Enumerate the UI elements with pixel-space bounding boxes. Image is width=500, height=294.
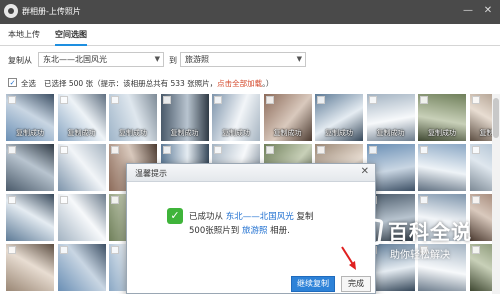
dialog-close-button[interactable]: ✕ xyxy=(361,166,369,177)
photo-thumbnail[interactable] xyxy=(57,144,106,191)
photo-select-checkbox[interactable] xyxy=(111,96,119,104)
copy-success-label: 复制成功 xyxy=(16,129,44,137)
watermark-title: 百科全说 xyxy=(388,220,472,244)
photo-thumbnail[interactable]: 复制成功 xyxy=(212,94,260,141)
photo-select-checkbox[interactable] xyxy=(265,146,274,154)
pointer-arrow-icon xyxy=(341,246,356,270)
window-title: 群相册-上传照片 xyxy=(22,7,81,16)
target-album-name: 旅游照 xyxy=(241,226,268,236)
source-album-value: 东北——北国风光 xyxy=(43,55,107,64)
photo-select-checkbox[interactable] xyxy=(59,196,68,204)
continue-copy-button[interactable]: 继续复制 xyxy=(291,276,335,292)
photo-select-checkbox[interactable] xyxy=(420,96,428,104)
photo-thumbnail[interactable] xyxy=(6,244,54,291)
photo-select-checkbox[interactable] xyxy=(265,96,274,104)
photo-select-checkbox[interactable] xyxy=(111,196,119,204)
copy-success-label: 复制成功 xyxy=(170,129,199,137)
photo-select-checkbox[interactable] xyxy=(8,196,16,204)
selection-status-end: 。） xyxy=(262,79,274,88)
copy-success-label: 复制成功 xyxy=(119,129,147,137)
photo-select-checkbox[interactable] xyxy=(8,96,16,104)
copy-success-label: 复制成功 xyxy=(325,129,353,137)
photo-thumbnail[interactable] xyxy=(57,194,106,241)
success-dialog: 温馨提示 ✕ ✓ 已成功从 东北——北国风光 复制 500张照片到 旅游照 相册… xyxy=(126,163,376,294)
message-middle: 复制 xyxy=(296,212,314,222)
photo-select-checkbox[interactable] xyxy=(214,96,222,104)
photo-select-checkbox[interactable] xyxy=(162,96,171,104)
photo-select-checkbox[interactable] xyxy=(420,196,428,204)
copy-success-label: 复制成功 xyxy=(376,129,405,137)
copy-success-label: 复制成功 xyxy=(428,129,456,137)
upload-tabs: 本地上传 空间选图 xyxy=(0,24,500,46)
minimize-button[interactable]: — xyxy=(460,3,476,19)
photo-thumbnail[interactable]: 复制成功 xyxy=(315,94,363,141)
photo-select-checkbox[interactable] xyxy=(111,146,119,154)
dialog-message: 已成功从 东北——北国风光 复制 500张照片到 旅游照 相册. xyxy=(189,210,313,238)
photo-select-checkbox[interactable] xyxy=(368,146,377,154)
photo-select-checkbox[interactable] xyxy=(471,196,480,204)
photo-select-checkbox[interactable] xyxy=(162,146,171,154)
tab-local-upload[interactable]: 本地上传 xyxy=(8,24,40,46)
copy-success-label: 复制成功 xyxy=(222,129,250,137)
success-check-icon: ✓ xyxy=(167,208,183,224)
photo-thumbnail[interactable] xyxy=(418,144,466,191)
photo-select-checkbox[interactable] xyxy=(8,146,16,154)
scrollbar-thumb[interactable] xyxy=(493,98,499,138)
copy-success-label: 复制成功 xyxy=(273,129,302,137)
photo-select-checkbox[interactable] xyxy=(420,146,428,154)
photo-thumbnail[interactable] xyxy=(57,244,106,291)
target-album-value: 旅游照 xyxy=(185,55,209,64)
copy-options-row: 复制从 东北——北国风光 ▼ 到 旅游照 ▼ xyxy=(0,50,500,70)
photo-select-checkbox[interactable] xyxy=(317,96,325,104)
message-line2-prefix: 500张照片到 xyxy=(189,226,240,236)
chevron-down-icon: ▼ xyxy=(296,55,302,63)
source-album-select[interactable]: 东北——北国风光 ▼ xyxy=(38,52,164,67)
watermark: 百科全说 助你轻松解决 xyxy=(356,216,488,270)
selection-status-row: ✓ 全选 已选择 500 张（提示：该相册总共有 533 张照片，点击全部加载。… xyxy=(0,75,500,91)
copy-success-label: 复制成功 xyxy=(67,129,96,137)
photo-select-checkbox[interactable] xyxy=(8,246,16,254)
photo-select-checkbox[interactable] xyxy=(471,96,480,104)
photo-select-checkbox[interactable] xyxy=(111,246,119,254)
copy-to-label: 到 xyxy=(169,56,177,65)
photo-select-checkbox[interactable] xyxy=(317,146,325,154)
photo-select-checkbox[interactable] xyxy=(368,96,377,104)
watermark-subtitle: 助你轻松解决 xyxy=(390,250,450,261)
photo-select-checkbox[interactable] xyxy=(471,146,480,154)
photo-thumbnail[interactable] xyxy=(6,194,54,241)
photo-select-checkbox[interactable] xyxy=(59,96,68,104)
done-button[interactable]: 完成 xyxy=(341,276,371,292)
dialog-title: 温馨提示 xyxy=(135,169,167,178)
select-all-checkbox[interactable]: ✓ xyxy=(8,78,17,87)
photo-thumbnail[interactable]: 复制成功 xyxy=(263,94,312,141)
close-window-button[interactable]: ✕ xyxy=(480,3,496,19)
select-all-label: 全选 xyxy=(21,79,36,88)
photo-grid-scrollbar[interactable] xyxy=(492,94,500,294)
photo-thumbnail[interactable]: 复制成功 xyxy=(160,94,209,141)
photo-thumbnail[interactable]: 复制成功 xyxy=(366,94,415,141)
watermark-logo-icon xyxy=(356,216,384,246)
tab-space-select[interactable]: 空间选图 xyxy=(55,24,87,46)
photo-thumbnail[interactable]: 复制成功 xyxy=(109,94,157,141)
message-line2-suffix: 相册. xyxy=(270,226,290,236)
app-logo-icon xyxy=(4,4,18,18)
chevron-down-icon: ▼ xyxy=(154,55,160,63)
photo-thumbnail[interactable]: 复制成功 xyxy=(418,94,466,141)
dialog-header: 温馨提示 ✕ xyxy=(127,164,375,182)
source-album-name: 东北——北国风光 xyxy=(225,212,294,222)
photo-thumbnail[interactable] xyxy=(6,144,54,191)
photo-thumbnail[interactable]: 复制成功 xyxy=(6,94,54,141)
message-prefix: 已成功从 xyxy=(189,212,224,222)
title-bar: 群相册-上传照片 — ✕ xyxy=(0,0,500,24)
photo-select-checkbox[interactable] xyxy=(59,246,68,254)
selection-status-text: 已选择 500 张（提示：该相册总共有 533 张照片， xyxy=(44,79,218,88)
photo-select-checkbox[interactable] xyxy=(59,146,68,154)
target-album-select[interactable]: 旅游照 ▼ xyxy=(180,52,306,67)
photo-thumbnail[interactable]: 复制成功 xyxy=(57,94,106,141)
copy-from-label: 复制从 xyxy=(8,56,32,65)
photo-select-checkbox[interactable] xyxy=(214,146,222,154)
load-all-link[interactable]: 点击全部加载 xyxy=(217,79,262,88)
